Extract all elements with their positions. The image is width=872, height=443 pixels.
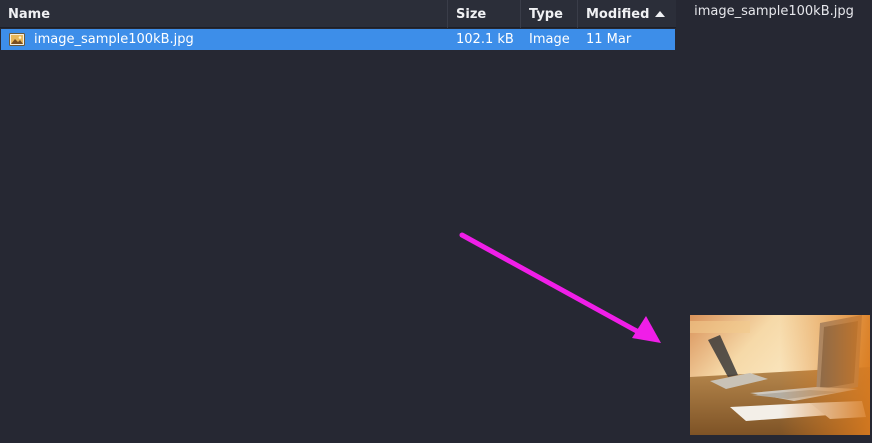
file-type-cell: Image [521,29,578,50]
column-header-size[interactable]: Size [448,0,521,28]
file-type: Image [529,32,570,47]
column-header-modified[interactable]: Modified [578,0,676,28]
file-modified-cell: 11 Mar [578,29,675,50]
image-file-icon [9,33,25,46]
file-modified: 11 Mar [586,32,632,47]
column-header-type-label: Type [529,6,563,22]
file-row[interactable]: image_sample100kB.jpg 102.1 kB Image 11 … [1,29,675,50]
column-header-bar: Name Size Type Modified [0,0,676,28]
file-size: 102.1 kB [456,32,514,47]
file-name: image_sample100kB.jpg [34,32,194,47]
file-size-cell: 102.1 kB [448,29,521,50]
annotation-arrow-icon [459,232,661,343]
column-header-type[interactable]: Type [521,0,578,28]
file-manager-window: Name Size Type Modified image_sample100k… [0,0,872,443]
column-header-name-label: Name [8,6,51,22]
column-header-name[interactable]: Name [0,0,448,28]
column-header-modified-label: Modified [586,6,650,22]
preview-filename: image_sample100kB.jpg [694,4,854,19]
preview-thumbnail [690,315,870,435]
sort-up-icon [655,11,666,17]
file-name-cell: image_sample100kB.jpg [1,29,448,50]
column-header-size-label: Size [456,6,487,22]
preview-pane: image_sample100kB.jpg [676,0,872,443]
